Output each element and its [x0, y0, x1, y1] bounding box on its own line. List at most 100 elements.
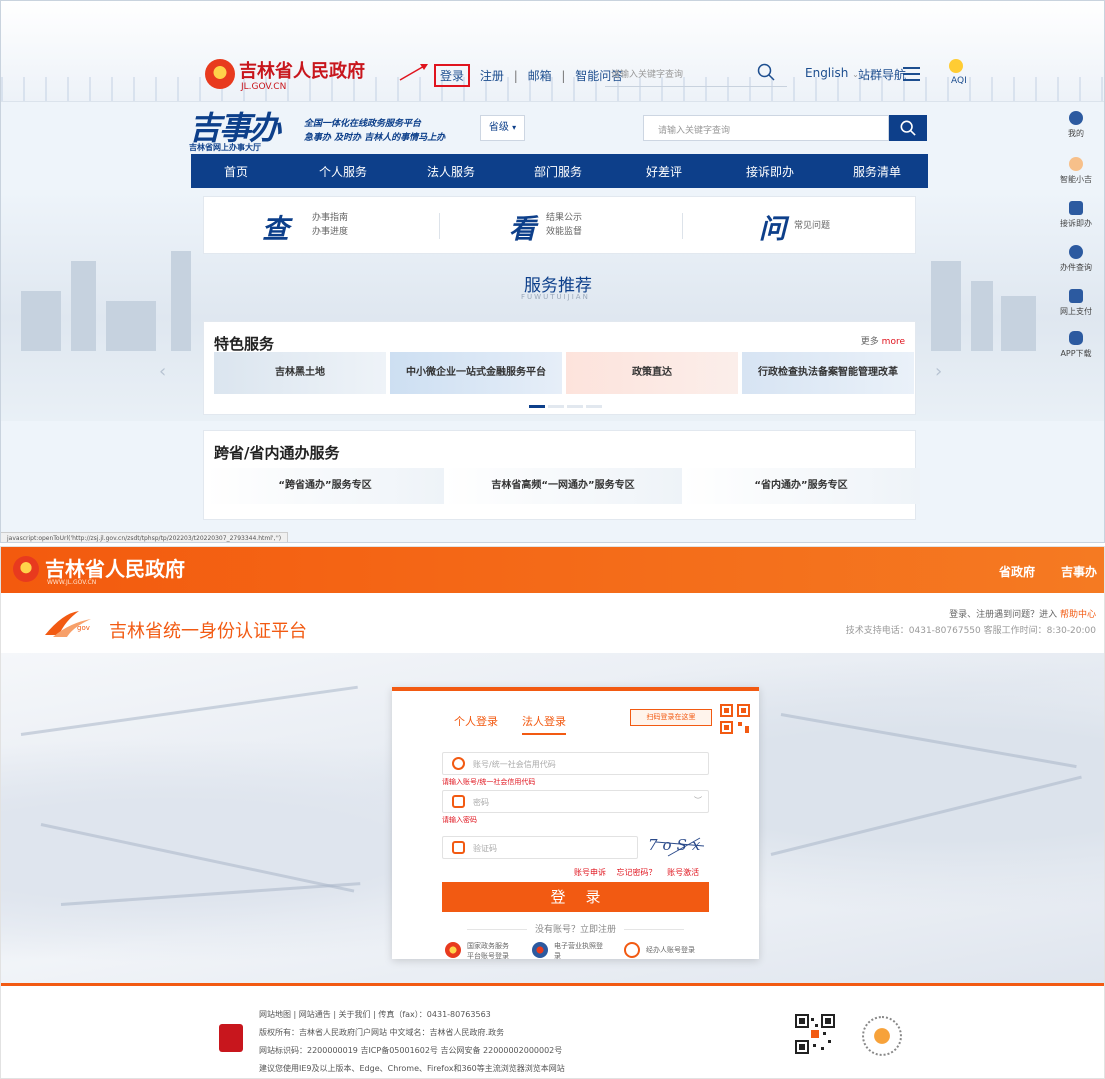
business-license-login[interactable]: 电子营业执照登 录 — [532, 941, 603, 961]
account-placeholder: 账号/统一社会信用代码 — [473, 760, 556, 769]
national-platform-login[interactable]: 国家政务服务 平台账号登录 — [445, 941, 509, 961]
nav-complaint[interactable]: 接诉即办 — [746, 163, 794, 180]
nav-legal-services[interactable]: 法人服务 — [427, 163, 475, 180]
quick-view-glyph[interactable]: 看 — [509, 207, 536, 246]
nav-home[interactable]: 首页 — [224, 163, 248, 180]
tile-policy-direct[interactable]: 政策直达 — [566, 352, 738, 394]
cross-region-panel: 跨省/省内通办服务 “跨省通办”服务专区 吉林省高频“一网通办”服务专区 “省内… — [203, 430, 920, 520]
footer-copyright: 版权所有：吉林省人民政府门户网站 中文域名：吉林省人民政府.政务 — [259, 1028, 505, 1037]
carousel-next-icon[interactable]: › — [935, 361, 951, 382]
bottom-window: 吉林省人民政府 WWW.JL.GOV.CN 省政府 吉事办 gov 吉林省统一身… — [0, 546, 1105, 1079]
search-icon[interactable] — [757, 63, 775, 81]
cross-province-zone[interactable]: “跨省通办”服务专区 — [206, 468, 444, 504]
nav-department-services[interactable]: 部门服务 — [534, 163, 582, 180]
progress-link[interactable]: 办事进度 — [312, 225, 348, 239]
login-link[interactable]: 登录 — [434, 64, 471, 87]
register-link[interactable]: 注册 — [480, 67, 504, 84]
guide-link[interactable]: 办事指南 — [312, 211, 348, 225]
tile-black-soil[interactable]: 吉林黑土地 — [214, 352, 386, 394]
link-separator: | — [561, 69, 566, 83]
service-search-input[interactable]: 请输入关键字查询 — [643, 115, 889, 141]
tab-legal-login[interactable]: 法人登录 — [522, 713, 566, 735]
quick-check-glyph[interactable]: 查 — [262, 207, 289, 246]
qr-login-tip[interactable]: 扫码登录在这里 — [630, 709, 712, 726]
english-label: English — [805, 66, 849, 80]
tile-inspection-reform[interactable]: 行政检查执法备案智能管理改革 — [742, 352, 914, 394]
english-link[interactable]: English ⌄ — [805, 66, 859, 80]
agent-account-login[interactable]: 经办人账号登录 — [624, 942, 695, 958]
account-activate-link[interactable]: 账号激活 — [667, 868, 699, 877]
more-link[interactable]: 更多 more — [861, 334, 905, 347]
account-appeal-link[interactable]: 账号申诉 — [574, 868, 606, 877]
menu-icon[interactable] — [903, 67, 920, 85]
right-bar-mine-label: 我的 — [1068, 129, 1084, 138]
complaint-icon — [1069, 201, 1083, 215]
right-bar-payment-label: 网上支付 — [1060, 307, 1092, 316]
province-level-dropdown[interactable]: 省级 ▾ — [480, 115, 525, 141]
weather-widget[interactable]: AQI — [949, 59, 967, 86]
nav-review[interactable]: 好差评 — [646, 163, 682, 180]
carousel-indicator[interactable] — [529, 397, 605, 411]
register-link[interactable]: 没有账号？立即注册 — [392, 922, 759, 935]
intra-province-zone[interactable]: “省内通办”服务专区 — [682, 468, 920, 504]
password-placeholder: 密码 — [473, 798, 489, 807]
right-bar-query[interactable]: 办件查询 — [1048, 245, 1104, 273]
right-bar-app[interactable]: APP下载 — [1048, 331, 1104, 359]
site-search-input[interactable]: 请输入关键字查询 — [605, 59, 787, 87]
tab-personal-login[interactable]: 个人登录 — [454, 713, 498, 729]
help-center-link[interactable]: 帮助中心 — [1060, 610, 1096, 620]
one-network-zone[interactable]: 吉林省高频“一网通办”服务专区 — [444, 468, 682, 504]
site-nav-link[interactable]: 站群导航 — [858, 66, 906, 83]
right-bar-assistant[interactable]: 智能小吉 — [1048, 157, 1104, 185]
agent-user-icon — [624, 942, 640, 958]
right-bar-complaint[interactable]: 接诉即办 — [1048, 201, 1104, 229]
right-bar-payment[interactable]: 网上支付 — [1048, 289, 1104, 317]
top-links: 登录 注册 | 邮箱 | 智能问答 — [434, 64, 623, 87]
faq-link[interactable]: 常见问题 — [794, 219, 830, 233]
divider — [682, 213, 683, 239]
tile-sme-finance[interactable]: 中小微企业一站式金融服务平台 — [390, 352, 562, 394]
login-button[interactable]: 登录 — [442, 882, 709, 912]
jishiban-logo-sub: 吉林省网上办事大厅 — [189, 143, 261, 152]
user-icon — [452, 757, 465, 770]
nav-personal-services[interactable]: 个人服务 — [319, 163, 367, 180]
password-error: 请输入密码 — [442, 816, 477, 824]
lock-icon — [452, 795, 465, 808]
business-license-label-1: 电子营业执照登 — [554, 942, 603, 950]
national-platform-label-2: 平台账号登录 — [467, 952, 509, 960]
password-input[interactable]: 密码 ︶ — [442, 790, 709, 813]
account-input[interactable]: 账号/统一社会信用代码 — [442, 752, 709, 775]
jishiban-logo[interactable]: 吉事办 吉林省网上办事大厅 — [189, 112, 299, 152]
sun-icon — [949, 59, 963, 73]
forgot-password-link[interactable]: 忘记密码？ — [617, 868, 657, 877]
gov-brand-title[interactable]: 吉林省人民政府 — [239, 57, 365, 83]
gov-brand-title[interactable]: 吉林省人民政府 — [45, 553, 185, 582]
eye-closed-icon[interactable]: ︶ — [694, 795, 702, 806]
captcha-noise — [655, 837, 705, 857]
province-gov-link[interactable]: 省政府 — [999, 563, 1035, 580]
mail-link[interactable]: 邮箱 — [528, 67, 552, 84]
wechat-qr-code-icon — [795, 1014, 835, 1054]
qr-code-icon[interactable] — [720, 704, 750, 734]
help-prefix: 登录、注册遇到问题？进入 — [949, 610, 1058, 620]
efficiency-supervision-link[interactable]: 效能监督 — [546, 225, 582, 239]
account-links: 账号申诉 忘记密码？ 账号激活 — [566, 867, 699, 878]
captcha-input[interactable]: 验证码 — [442, 836, 638, 859]
jishiban-slogan: 全国一体化在线政务服务平台 急事办 及时办 吉林人的事情马上办 — [304, 117, 445, 145]
more-en: more — [881, 337, 905, 347]
right-bar-mine[interactable]: 我的 — [1048, 111, 1104, 139]
search-icon — [900, 120, 916, 136]
right-bar-app-label: APP下载 — [1060, 349, 1092, 358]
result-publicity-link[interactable]: 结果公示 — [546, 211, 582, 225]
quick-ask-glyph[interactable]: 问 — [759, 207, 786, 246]
wallet-icon — [1069, 289, 1083, 303]
login-card: 个人登录 法人登录 扫码登录在这里 账号/统一社会信用代码 请输入账号/统一社会… — [392, 687, 759, 961]
jishiban-link[interactable]: 吉事办 — [1061, 563, 1097, 580]
province-level-label: 省级 — [488, 122, 509, 133]
carousel-prev-icon[interactable]: ‹ — [159, 361, 175, 382]
nav-service-list[interactable]: 服务清单 — [853, 163, 901, 180]
footer-links[interactable]: 网站地图 | 网站通告 | 关于我们 | 传真（fax）：0431-807635… — [259, 1006, 565, 1024]
captcha-image[interactable]: 7oSx — [648, 836, 708, 860]
service-search-button[interactable] — [889, 115, 927, 141]
assistant-avatar-icon — [1069, 157, 1083, 171]
